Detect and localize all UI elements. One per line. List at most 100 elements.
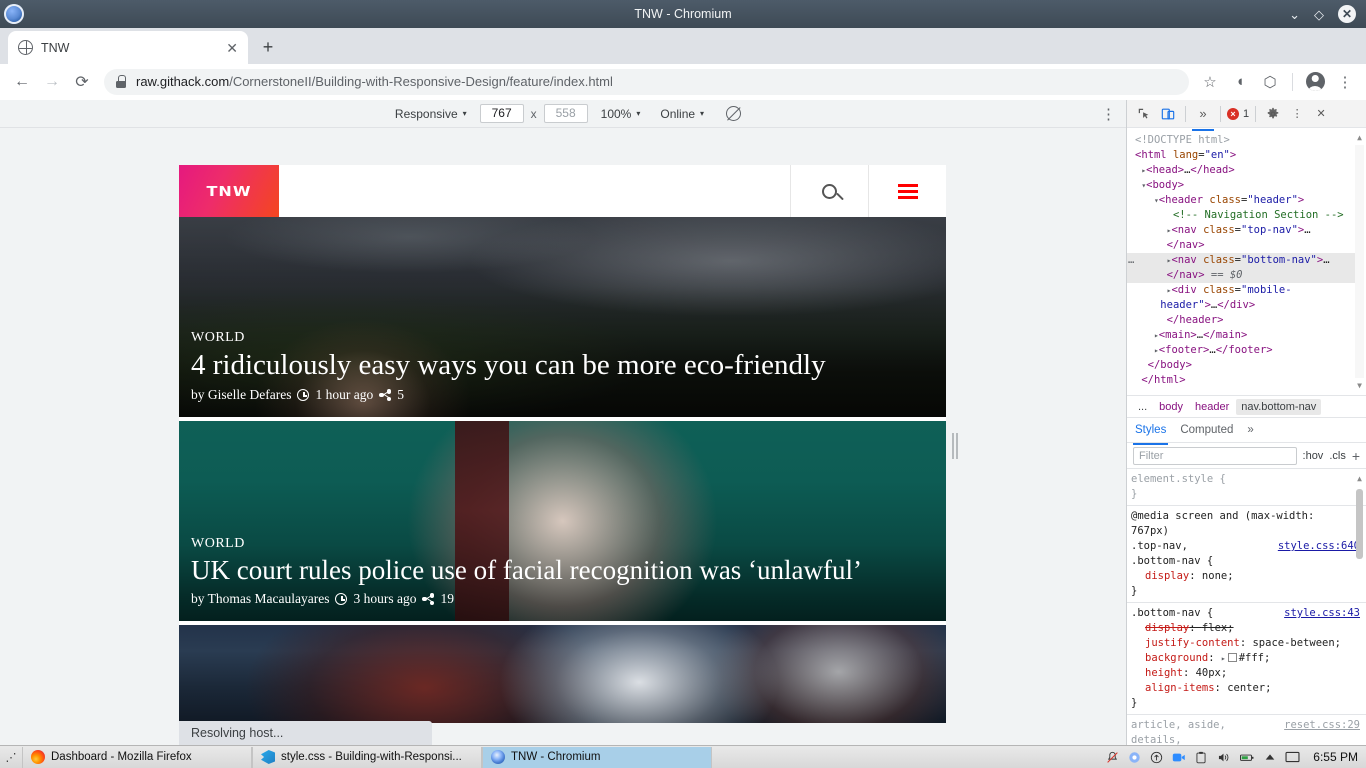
device-selector[interactable]: Responsive ▾ bbox=[385, 107, 477, 121]
window-title: TNW - Chromium bbox=[634, 7, 732, 21]
reload-button[interactable]: ⟳ bbox=[68, 68, 96, 96]
styles-pane-scrollbar[interactable]: ▲ bbox=[1355, 471, 1364, 743]
show-desktop-icon[interactable]: ⋰ bbox=[0, 751, 22, 764]
minimize-icon[interactable]: ⌄ bbox=[1289, 8, 1300, 21]
new-tab-button[interactable]: + bbox=[254, 33, 282, 61]
hov-toggle[interactable]: :hov bbox=[1303, 450, 1324, 462]
style-declaration[interactable]: justify-content: space-between; bbox=[1131, 636, 1358, 651]
site-logo[interactable]: TNW bbox=[179, 165, 279, 217]
article-card[interactable]: WORLD UK court rules police use of facia… bbox=[179, 421, 946, 621]
no-throttling-icon[interactable] bbox=[726, 106, 742, 121]
new-style-rule-button[interactable]: + bbox=[1352, 448, 1360, 464]
dom-node[interactable]: ▾<body> bbox=[1135, 178, 1362, 193]
style-source-link[interactable]: style.css:640 bbox=[1278, 539, 1360, 554]
gear-icon[interactable] bbox=[1262, 103, 1284, 125]
dom-node[interactable]: </body> bbox=[1135, 358, 1362, 373]
browser-tab[interactable]: TNW ✕ bbox=[8, 31, 248, 64]
dom-node[interactable]: <html lang="en"> bbox=[1135, 148, 1362, 163]
tab-more[interactable]: » bbox=[1245, 420, 1255, 440]
tab-styles[interactable]: Styles bbox=[1133, 420, 1169, 445]
dom-node[interactable]: </header> bbox=[1135, 313, 1362, 328]
viewport-width-input[interactable]: 767 bbox=[479, 104, 524, 123]
forward-button[interactable]: → bbox=[38, 68, 66, 96]
style-rule[interactable]: element.style { } bbox=[1127, 469, 1366, 506]
zoom-value: 100% bbox=[600, 106, 632, 121]
chromium-tray-icon[interactable] bbox=[1128, 751, 1141, 764]
devtools-toolbar-divider bbox=[1220, 105, 1221, 122]
style-declaration[interactable]: height: 40px; bbox=[1131, 666, 1358, 681]
tab-computed[interactable]: Computed bbox=[1178, 420, 1235, 440]
dom-node[interactable]: <!DOCTYPE html> bbox=[1135, 133, 1362, 148]
article-card[interactable]: WORLD 4 ridiculously easy ways you can b… bbox=[179, 217, 946, 417]
style-declaration[interactable]: display: flex; bbox=[1131, 621, 1358, 636]
style-source-link[interactable]: reset.css:29 bbox=[1284, 718, 1360, 733]
battery-icon[interactable] bbox=[1239, 751, 1255, 764]
close-icon[interactable]: ✕ bbox=[1338, 5, 1356, 23]
profile-avatar[interactable] bbox=[1302, 69, 1328, 95]
taskbar-clock[interactable]: 6:55 PM bbox=[1313, 750, 1358, 764]
dom-tree-scrollbar[interactable]: ▲ ▼ bbox=[1355, 130, 1364, 393]
breadcrumb-item[interactable]: ... bbox=[1133, 399, 1152, 415]
taskbar-item-vscode[interactable]: style.css - Building-with-Responsi... bbox=[252, 746, 482, 768]
update-icon[interactable] bbox=[1150, 751, 1163, 764]
devtools-close-icon[interactable]: ✕ bbox=[1310, 103, 1332, 125]
inspect-cursor-icon[interactable] bbox=[1133, 103, 1155, 125]
scroll-up-icon[interactable]: ▲ bbox=[1357, 130, 1362, 145]
bookmark-star-icon[interactable]: ☆ bbox=[1197, 69, 1223, 95]
style-declaration[interactable]: background: ▸ #fff; bbox=[1131, 651, 1358, 666]
device-toolbar-icon[interactable] bbox=[1157, 103, 1179, 125]
chrome-menu-icon[interactable]: ⋮ bbox=[1332, 69, 1358, 95]
viewport-height-input[interactable]: 558 bbox=[543, 104, 588, 123]
maximize-icon[interactable]: ◇ bbox=[1314, 8, 1324, 21]
dom-tree[interactable]: <!DOCTYPE html> <html lang="en"> ▸<head>… bbox=[1127, 128, 1366, 396]
site-search-button[interactable] bbox=[790, 165, 868, 217]
dom-node[interactable]: </html> bbox=[1135, 373, 1362, 388]
breadcrumb-item[interactable]: header bbox=[1190, 399, 1234, 415]
taskbar-item-chromium[interactable]: TNW - Chromium bbox=[482, 746, 712, 768]
dom-node-selected[interactable]: … ▸<nav class="bottom-nav">… </nav> == $… bbox=[1127, 253, 1362, 283]
network-throttle-selector[interactable]: Online ▾ bbox=[650, 107, 714, 121]
style-rule[interactable]: reset.css:29 article, aside, details, bbox=[1127, 715, 1366, 745]
dom-node[interactable]: ▾<header class="header"> bbox=[1135, 193, 1362, 208]
style-declaration[interactable]: align-items: center; bbox=[1131, 681, 1358, 696]
styles-pane[interactable]: element.style { } @media screen and (max… bbox=[1127, 469, 1366, 745]
dom-node[interactable]: ▸<div class="mobile- header">…</div> bbox=[1135, 283, 1362, 313]
extension-pocket-icon[interactable]: ⬡ bbox=[1257, 69, 1283, 95]
extension-moon-icon[interactable]: ◖ bbox=[1227, 69, 1253, 95]
devtools-more-panels-button[interactable]: » bbox=[1192, 103, 1214, 131]
dom-node[interactable]: ▸<head>…</head> bbox=[1135, 163, 1362, 178]
dom-node[interactable]: ▸<main>…</main> bbox=[1135, 328, 1362, 343]
zoom-selector[interactable]: 100% ▾ bbox=[591, 107, 651, 121]
style-rule[interactable]: @media screen and (max-width: 767px) sty… bbox=[1127, 506, 1366, 603]
tab-close-icon[interactable]: ✕ bbox=[226, 41, 238, 55]
style-declaration[interactable]: display: none; bbox=[1131, 569, 1358, 584]
dom-node[interactable]: ▸<nav class="top-nav">… </nav> bbox=[1135, 223, 1362, 253]
device-toolbar-menu-icon[interactable]: ⋮ bbox=[1101, 105, 1116, 123]
breadcrumb-item[interactable]: body bbox=[1154, 399, 1188, 415]
workspace-icon[interactable] bbox=[1285, 751, 1300, 763]
styles-filter-input[interactable]: Filter bbox=[1133, 446, 1297, 465]
devtools-menu-icon[interactable]: ⋮ bbox=[1286, 103, 1308, 125]
scroll-up-icon[interactable]: ▲ bbox=[1357, 474, 1362, 483]
site-menu-button[interactable] bbox=[868, 165, 946, 217]
address-bar[interactable]: raw.githack.com/CornerstoneII/Building-w… bbox=[104, 68, 1189, 95]
clipboard-icon[interactable] bbox=[1195, 751, 1207, 764]
notifications-muted-icon[interactable] bbox=[1106, 751, 1119, 764]
dom-comment-node[interactable]: <!-- Navigation Section --> bbox=[1135, 208, 1362, 223]
volume-icon[interactable] bbox=[1216, 751, 1230, 764]
style-source-link[interactable]: style.css:43 bbox=[1284, 606, 1360, 621]
show-hidden-icon[interactable] bbox=[1264, 751, 1276, 763]
scroll-down-icon[interactable]: ▼ bbox=[1357, 378, 1362, 393]
cls-toggle[interactable]: .cls bbox=[1329, 450, 1346, 462]
breadcrumb-item-selected[interactable]: nav.bottom-nav bbox=[1236, 398, 1322, 415]
style-rule[interactable]: style.css:43 .bottom-nav { display: flex… bbox=[1127, 603, 1366, 715]
zoom-app-icon[interactable] bbox=[1172, 751, 1186, 764]
back-button[interactable]: ← bbox=[8, 68, 36, 96]
dom-node[interactable]: ▸<footer>…</footer> bbox=[1135, 343, 1362, 358]
error-count-badge[interactable]: × 1 bbox=[1227, 107, 1249, 120]
viewport-resize-handle-right[interactable] bbox=[952, 431, 960, 461]
color-swatch[interactable] bbox=[1227, 653, 1237, 662]
article-card[interactable] bbox=[179, 625, 946, 723]
taskbar-item-firefox[interactable]: Dashboard - Mozilla Firefox bbox=[22, 746, 252, 768]
style-value: none; bbox=[1201, 570, 1234, 582]
